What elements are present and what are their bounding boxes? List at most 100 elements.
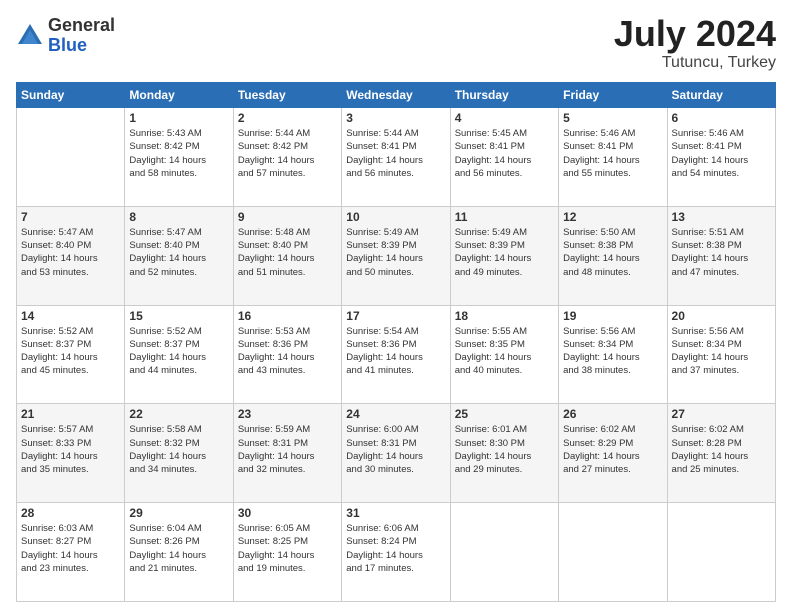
day-info: Sunrise: 6:02 AMSunset: 8:29 PMDaylight:…: [563, 423, 662, 476]
day-number: 6: [672, 111, 771, 125]
col-tuesday: Tuesday: [233, 83, 341, 108]
day-number: 18: [455, 309, 554, 323]
logo: General Blue: [16, 16, 115, 56]
day-info: Sunrise: 5:45 AMSunset: 8:41 PMDaylight:…: [455, 127, 554, 180]
day-info: Sunrise: 5:49 AMSunset: 8:39 PMDaylight:…: [346, 226, 445, 279]
header-row: Sunday Monday Tuesday Wednesday Thursday…: [17, 83, 776, 108]
day-info: Sunrise: 5:47 AMSunset: 8:40 PMDaylight:…: [21, 226, 120, 279]
day-cell: 30 Sunrise: 6:05 AMSunset: 8:25 PMDayligh…: [233, 503, 341, 602]
logo-general: General: [48, 16, 115, 36]
day-number: 7: [21, 210, 120, 224]
day-cell: 7 Sunrise: 5:47 AMSunset: 8:40 PMDaylight…: [17, 206, 125, 305]
day-info: Sunrise: 6:04 AMSunset: 8:26 PMDaylight:…: [129, 522, 228, 575]
day-info: Sunrise: 5:46 AMSunset: 8:41 PMDaylight:…: [672, 127, 771, 180]
day-cell: [559, 503, 667, 602]
day-cell: 9 Sunrise: 5:48 AMSunset: 8:40 PMDaylight…: [233, 206, 341, 305]
day-number: 2: [238, 111, 337, 125]
day-cell: 16 Sunrise: 5:53 AMSunset: 8:36 PMDayligh…: [233, 305, 341, 404]
day-info: Sunrise: 6:01 AMSunset: 8:30 PMDaylight:…: [455, 423, 554, 476]
col-thursday: Thursday: [450, 83, 558, 108]
day-cell: 29 Sunrise: 6:04 AMSunset: 8:26 PMDayligh…: [125, 503, 233, 602]
day-info: Sunrise: 5:53 AMSunset: 8:36 PMDaylight:…: [238, 325, 337, 378]
week-row-3: 21Sunrise: 5:57 AMSunset: 8:33 PMDayligh…: [17, 404, 776, 503]
day-number: 12: [563, 210, 662, 224]
day-cell: 12 Sunrise: 5:50 AMSunset: 8:38 PMDayligh…: [559, 206, 667, 305]
day-number: 13: [672, 210, 771, 224]
day-info: Sunrise: 5:59 AMSunset: 8:31 PMDaylight:…: [238, 423, 337, 476]
header: General Blue July 2024 Tutuncu, Turkey: [16, 16, 776, 72]
day-number: 28: [21, 506, 120, 520]
day-cell: 28 Sunrise: 6:03 AMSunset: 8:27 PMDayligh…: [17, 503, 125, 602]
day-cell: 14 Sunrise: 5:52 AMSunset: 8:37 PMDayligh…: [17, 305, 125, 404]
day-cell: 15Sunrise: 5:52 AMSunset: 8:37 PMDayligh…: [125, 305, 233, 404]
day-cell: 11 Sunrise: 5:49 AMSunset: 8:39 PMDayligh…: [450, 206, 558, 305]
day-number: 20: [672, 309, 771, 323]
day-number: 11: [455, 210, 554, 224]
day-number: 24: [346, 407, 445, 421]
day-cell: 25 Sunrise: 6:01 AMSunset: 8:30 PMDayligh…: [450, 404, 558, 503]
col-friday: Friday: [559, 83, 667, 108]
day-cell: 10Sunrise: 5:49 AMSunset: 8:39 PMDayligh…: [342, 206, 450, 305]
day-info: Sunrise: 5:56 AMSunset: 8:34 PMDaylight:…: [672, 325, 771, 378]
day-number: 30: [238, 506, 337, 520]
day-info: Sunrise: 5:48 AMSunset: 8:40 PMDaylight:…: [238, 226, 337, 279]
col-monday: Monday: [125, 83, 233, 108]
day-info: Sunrise: 6:03 AMSunset: 8:27 PMDaylight:…: [21, 522, 120, 575]
day-cell: 24 Sunrise: 6:00 AMSunset: 8:31 PMDayligh…: [342, 404, 450, 503]
day-info: Sunrise: 5:44 AMSunset: 8:41 PMDaylight:…: [346, 127, 445, 180]
day-cell: [17, 108, 125, 207]
week-row-4: 28 Sunrise: 6:03 AMSunset: 8:27 PMDayligh…: [17, 503, 776, 602]
day-number: 4: [455, 111, 554, 125]
day-number: 16: [238, 309, 337, 323]
day-number: 23: [238, 407, 337, 421]
day-info: Sunrise: 5:46 AMSunset: 8:41 PMDaylight:…: [563, 127, 662, 180]
day-cell: 22Sunrise: 5:58 AMSunset: 8:32 PMDayligh…: [125, 404, 233, 503]
day-cell: 21Sunrise: 5:57 AMSunset: 8:33 PMDayligh…: [17, 404, 125, 503]
day-number: 17: [346, 309, 445, 323]
day-cell: 1Sunrise: 5:43 AMSunset: 8:42 PMDaylight…: [125, 108, 233, 207]
week-row-1: 7 Sunrise: 5:47 AMSunset: 8:40 PMDaylight…: [17, 206, 776, 305]
day-info: Sunrise: 6:05 AMSunset: 8:25 PMDaylight:…: [238, 522, 337, 575]
day-cell: 27Sunrise: 6:02 AMSunset: 8:28 PMDayligh…: [667, 404, 775, 503]
day-info: Sunrise: 6:00 AMSunset: 8:31 PMDaylight:…: [346, 423, 445, 476]
day-cell: 6 Sunrise: 5:46 AMSunset: 8:41 PMDaylight…: [667, 108, 775, 207]
day-number: 29: [129, 506, 228, 520]
day-number: 5: [563, 111, 662, 125]
day-number: 14: [21, 309, 120, 323]
day-cell: 23 Sunrise: 5:59 AMSunset: 8:31 PMDayligh…: [233, 404, 341, 503]
logo-blue: Blue: [48, 36, 115, 56]
day-cell: 4 Sunrise: 5:45 AMSunset: 8:41 PMDaylight…: [450, 108, 558, 207]
col-saturday: Saturday: [667, 83, 775, 108]
day-info: Sunrise: 5:52 AMSunset: 8:37 PMDaylight:…: [21, 325, 120, 378]
day-number: 15: [129, 309, 228, 323]
day-cell: 2 Sunrise: 5:44 AMSunset: 8:42 PMDaylight…: [233, 108, 341, 207]
logo-icon: [16, 22, 44, 50]
day-info: Sunrise: 5:44 AMSunset: 8:42 PMDaylight:…: [238, 127, 337, 180]
day-info: Sunrise: 5:50 AMSunset: 8:38 PMDaylight:…: [563, 226, 662, 279]
day-cell: 31Sunrise: 6:06 AMSunset: 8:24 PMDayligh…: [342, 503, 450, 602]
day-info: Sunrise: 5:55 AMSunset: 8:35 PMDaylight:…: [455, 325, 554, 378]
day-cell: 19 Sunrise: 5:56 AMSunset: 8:34 PMDayligh…: [559, 305, 667, 404]
day-number: 31: [346, 506, 445, 520]
day-cell: 17 Sunrise: 5:54 AMSunset: 8:36 PMDayligh…: [342, 305, 450, 404]
title-location: Tutuncu, Turkey: [614, 54, 776, 72]
day-info: Sunrise: 5:54 AMSunset: 8:36 PMDaylight:…: [346, 325, 445, 378]
day-number: 3: [346, 111, 445, 125]
day-info: Sunrise: 6:02 AMSunset: 8:28 PMDaylight:…: [672, 423, 771, 476]
col-wednesday: Wednesday: [342, 83, 450, 108]
day-number: 22: [129, 407, 228, 421]
day-number: 25: [455, 407, 554, 421]
day-cell: 20 Sunrise: 5:56 AMSunset: 8:34 PMDayligh…: [667, 305, 775, 404]
day-cell: 8Sunrise: 5:47 AMSunset: 8:40 PMDaylight…: [125, 206, 233, 305]
day-number: 19: [563, 309, 662, 323]
title-month: July 2024: [614, 16, 776, 52]
day-cell: 18 Sunrise: 5:55 AMSunset: 8:35 PMDayligh…: [450, 305, 558, 404]
day-number: 9: [238, 210, 337, 224]
day-info: Sunrise: 5:43 AMSunset: 8:42 PMDaylight:…: [129, 127, 228, 180]
day-cell: [667, 503, 775, 602]
col-sunday: Sunday: [17, 83, 125, 108]
day-info: Sunrise: 5:56 AMSunset: 8:34 PMDaylight:…: [563, 325, 662, 378]
day-number: 26: [563, 407, 662, 421]
week-row-2: 14 Sunrise: 5:52 AMSunset: 8:37 PMDayligh…: [17, 305, 776, 404]
day-info: Sunrise: 5:49 AMSunset: 8:39 PMDaylight:…: [455, 226, 554, 279]
